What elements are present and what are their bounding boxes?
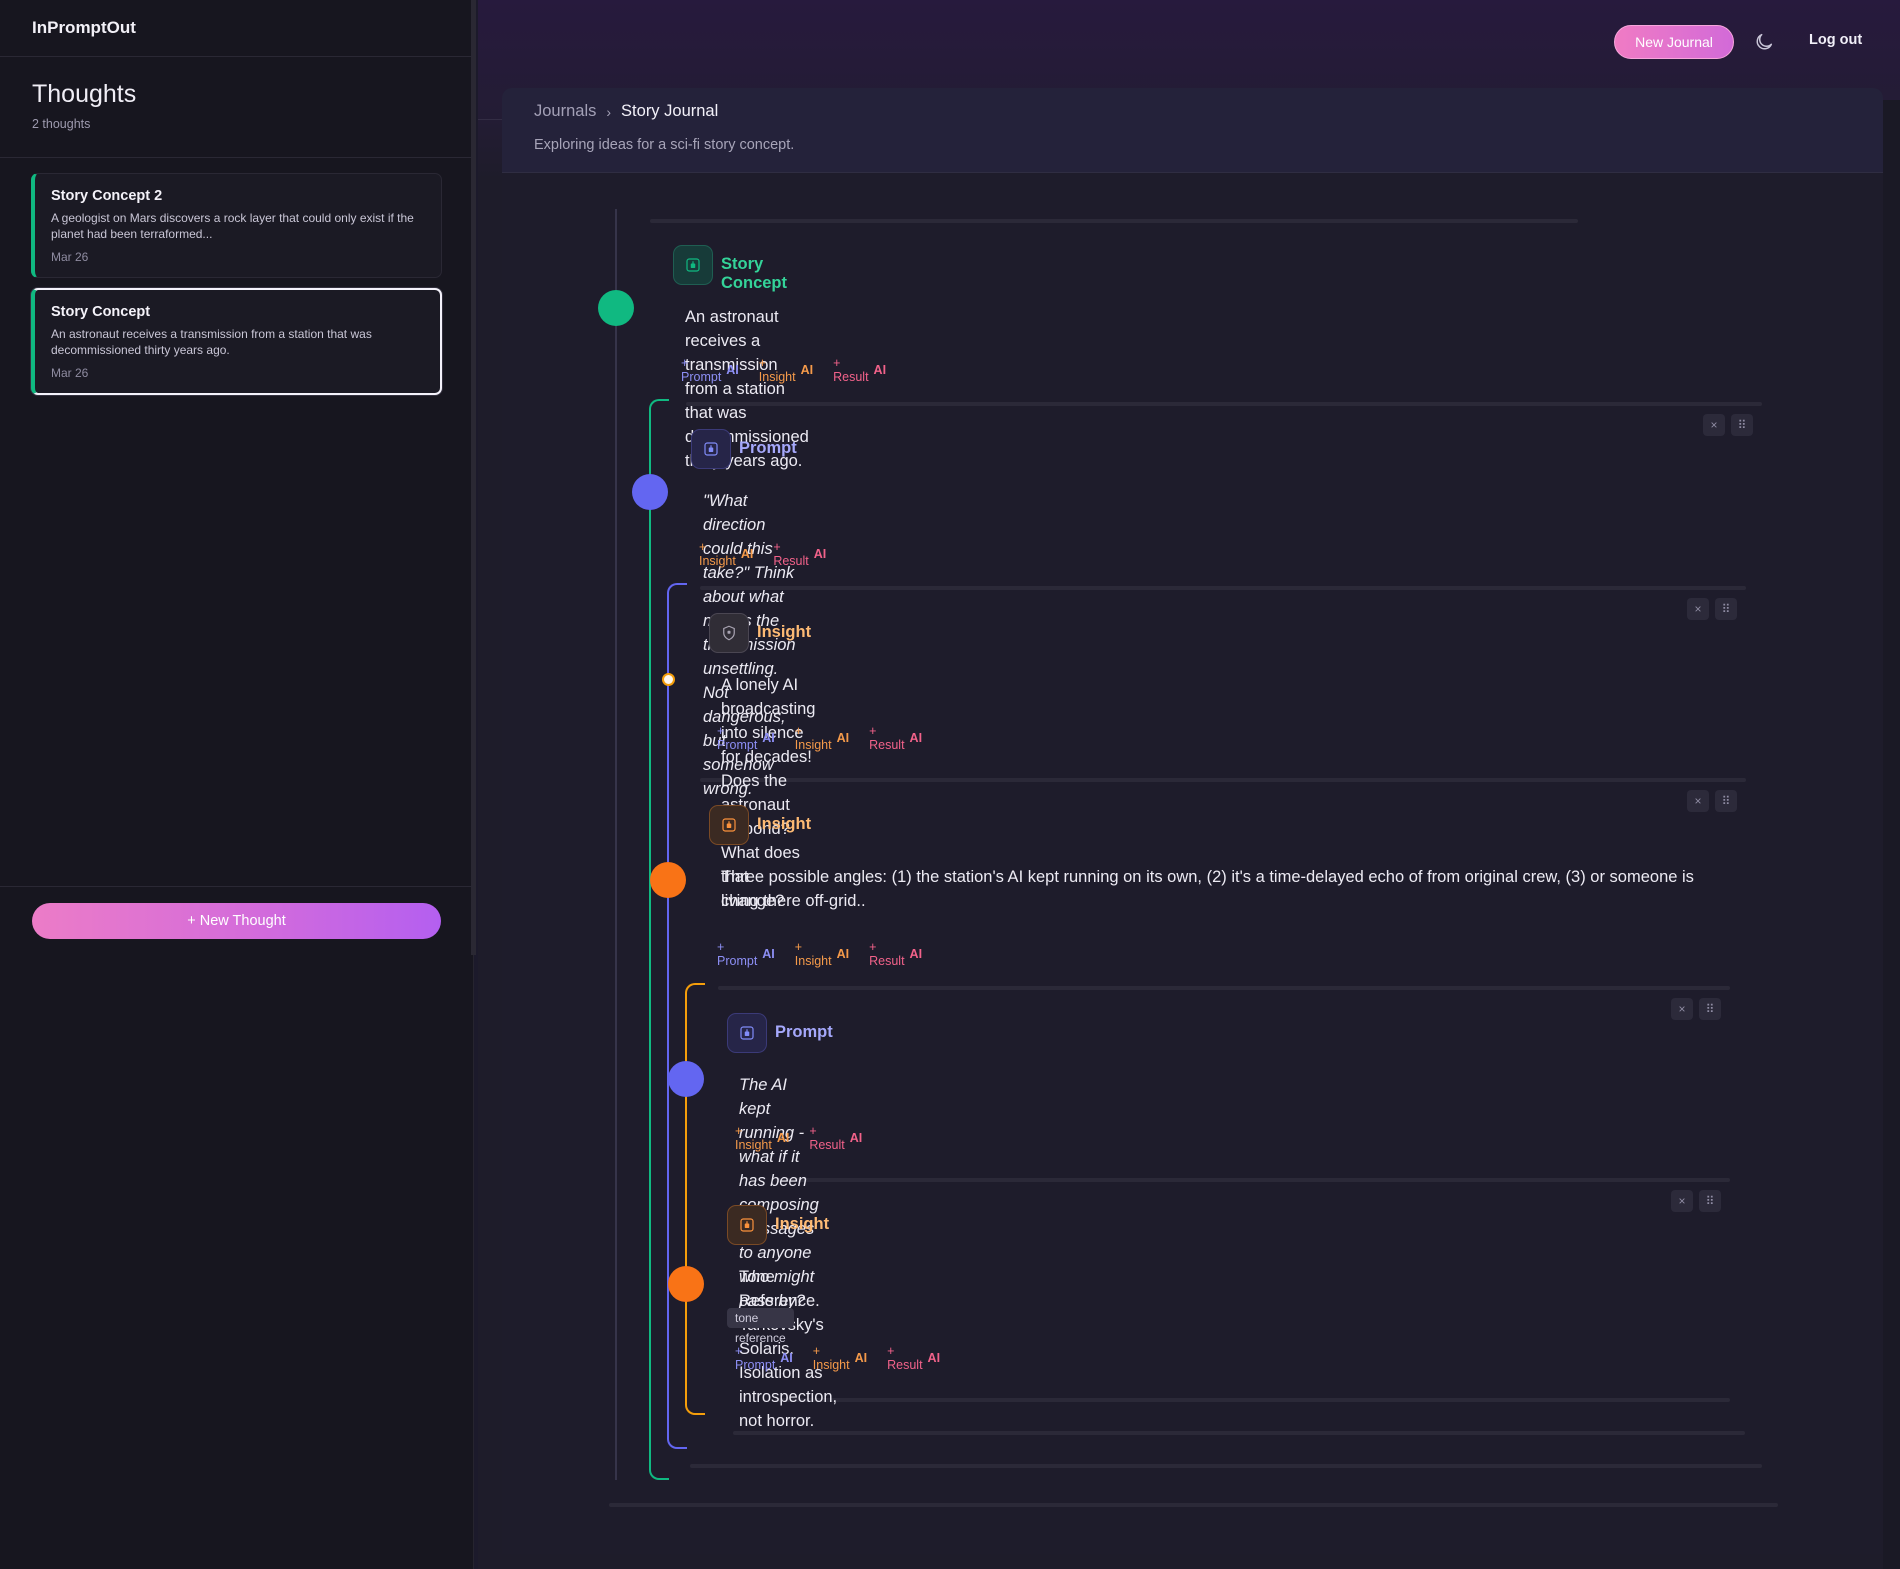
separator bbox=[700, 586, 1746, 590]
node-title: Prompt bbox=[739, 439, 797, 457]
node-actions: + Insight AI + Result AI bbox=[695, 540, 830, 568]
separator bbox=[650, 219, 1578, 223]
sidebar-title: Thoughts bbox=[32, 80, 137, 108]
shield-icon bbox=[709, 613, 749, 653]
node-dot-concept bbox=[598, 290, 634, 326]
thought-card-active[interactable]: Story Concept An astronaut receives a tr… bbox=[31, 288, 442, 395]
separator bbox=[690, 1464, 1762, 1468]
divider bbox=[0, 886, 474, 887]
new-journal-button[interactable]: New Journal bbox=[1614, 25, 1734, 59]
node-dot-insight bbox=[650, 862, 686, 898]
breadcrumb-current: Story Journal bbox=[621, 102, 719, 120]
tag-chip[interactable]: tone reference bbox=[727, 1308, 794, 1345]
add-prompt-button[interactable]: + Prompt AI bbox=[677, 356, 743, 384]
journal-header: Journals › Story Journal Exploring ideas… bbox=[502, 88, 1883, 173]
add-insight-button[interactable]: + Insight AI bbox=[695, 540, 757, 568]
add-insight-button[interactable]: + Insight AI bbox=[731, 1124, 793, 1152]
new-thought-button[interactable]: + New Thought bbox=[32, 903, 441, 939]
robot-icon bbox=[727, 1013, 767, 1053]
node-title: Insight bbox=[775, 1215, 830, 1233]
separator bbox=[718, 986, 1730, 990]
add-result-button[interactable]: + Result AI bbox=[865, 724, 926, 752]
add-insight-button[interactable]: + Insight AI bbox=[809, 1344, 871, 1372]
app-name[interactable]: InPromptOut bbox=[32, 18, 136, 38]
add-prompt-button[interactable]: + Prompt AI bbox=[731, 1344, 797, 1372]
page-scrollbar[interactable] bbox=[1883, 100, 1900, 1569]
add-prompt-button[interactable]: + Prompt AI bbox=[713, 940, 779, 968]
thread-bracket bbox=[649, 399, 669, 1480]
moon-icon[interactable] bbox=[1753, 31, 1775, 53]
thought-title: Story Concept bbox=[51, 304, 151, 320]
divider bbox=[0, 157, 474, 158]
add-result-button[interactable]: + Result AI bbox=[829, 356, 890, 384]
divider bbox=[0, 56, 474, 57]
node-title: Insight bbox=[757, 815, 812, 833]
close-icon[interactable]: × bbox=[1671, 998, 1693, 1020]
breadcrumb-journals[interactable]: Journals bbox=[534, 102, 596, 121]
node-actions: + Prompt AI + Insight AI + Result AI bbox=[731, 1344, 944, 1372]
node-title: Story Concept bbox=[721, 255, 787, 292]
add-insight-button[interactable]: + Insight AI bbox=[791, 940, 853, 968]
robot-icon bbox=[691, 429, 731, 469]
drag-handle-icon[interactable]: ⠿ bbox=[1699, 998, 1721, 1020]
drag-handle-icon[interactable]: ⠿ bbox=[1699, 1190, 1721, 1212]
thought-date: Mar 26 bbox=[51, 250, 89, 264]
drag-handle-icon[interactable]: ⠿ bbox=[1715, 790, 1737, 812]
separator bbox=[700, 778, 1746, 782]
node-actions: + Prompt AI + Insight AI + Result AI bbox=[713, 724, 926, 752]
node-dot-prompt bbox=[632, 474, 668, 510]
node-actions: + Insight AI + Result AI bbox=[731, 1124, 866, 1152]
separator bbox=[775, 1398, 1730, 1402]
close-icon[interactable]: × bbox=[1687, 790, 1709, 812]
thought-preview: A geologist on Mars discovers a rock lay… bbox=[51, 211, 414, 241]
chevron-right-icon: › bbox=[606, 103, 612, 120]
root-thread bbox=[615, 209, 617, 1480]
robot-icon bbox=[709, 805, 749, 845]
thought-date: Mar 26 bbox=[51, 366, 89, 380]
add-result-button[interactable]: + Result AI bbox=[769, 540, 830, 568]
add-prompt-button[interactable]: + Prompt AI bbox=[713, 724, 779, 752]
node-dot-insight bbox=[668, 1266, 704, 1302]
add-result-button[interactable]: + Result AI bbox=[883, 1344, 944, 1372]
add-insight-button[interactable]: + Insight AI bbox=[755, 356, 817, 384]
separator bbox=[609, 1503, 1778, 1507]
thread-bracket bbox=[667, 583, 687, 1449]
add-result-button[interactable]: + Result AI bbox=[805, 1124, 866, 1152]
separator bbox=[775, 1178, 1730, 1182]
logout-link[interactable]: Log out bbox=[1809, 32, 1862, 48]
node-dot-prompt bbox=[668, 1061, 704, 1097]
breadcrumb: Journals › Story Journal bbox=[534, 102, 718, 121]
close-icon[interactable]: × bbox=[1687, 598, 1709, 620]
separator bbox=[686, 402, 1762, 406]
journal-description: Exploring ideas for a sci-fi story conce… bbox=[534, 137, 795, 153]
close-icon[interactable]: × bbox=[1671, 1190, 1693, 1212]
node-title: Insight bbox=[757, 623, 812, 641]
thought-count: 2 thoughts bbox=[32, 117, 91, 131]
node-actions: + Prompt AI + Insight AI + Result AI bbox=[677, 356, 890, 384]
node-dot-insight bbox=[662, 673, 675, 686]
node-text: Three possible angles: (1) the station's… bbox=[721, 868, 1694, 910]
add-result-button[interactable]: + Result AI bbox=[865, 940, 926, 968]
thought-preview: An astronaut receives a transmission fro… bbox=[51, 327, 372, 357]
drag-handle-icon[interactable]: ⠿ bbox=[1715, 598, 1737, 620]
node-title: Prompt bbox=[775, 1023, 833, 1041]
sidebar: InPromptOut Thoughts 2 thoughts Story Co… bbox=[0, 0, 474, 1569]
close-icon[interactable]: × bbox=[1703, 414, 1725, 436]
drag-handle-icon[interactable]: ⠿ bbox=[1731, 414, 1753, 436]
node-actions: + Prompt AI + Insight AI + Result AI bbox=[713, 940, 926, 968]
robot-icon bbox=[727, 1205, 767, 1245]
thought-card[interactable]: Story Concept 2 A geologist on Mars disc… bbox=[31, 173, 442, 278]
separator bbox=[733, 1431, 1745, 1435]
robot-icon bbox=[673, 245, 713, 285]
thought-title: Story Concept 2 bbox=[51, 188, 163, 204]
sidebar-scrollbar[interactable] bbox=[471, 0, 476, 955]
thread-bracket bbox=[685, 983, 705, 1415]
add-insight-button[interactable]: + Insight AI bbox=[791, 724, 853, 752]
